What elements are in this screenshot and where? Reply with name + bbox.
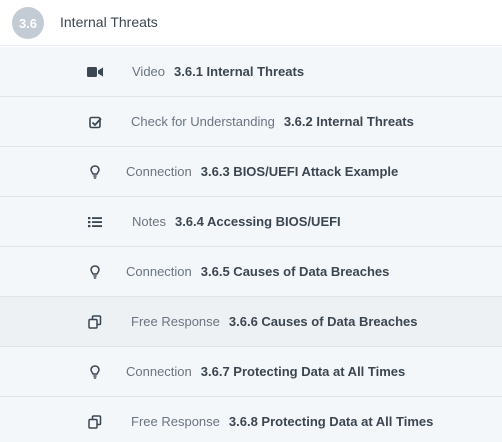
lesson-item[interactable]: Connection 3.6.3 BIOS/UEFI Attack Example [0, 147, 502, 197]
lesson-name: 3.6.1 Internal Threats [174, 64, 305, 79]
lesson-name: 3.6.2 Internal Threats [283, 114, 414, 129]
lesson-item[interactable]: Video 3.6.1 Internal Threats [0, 47, 502, 97]
lesson-item[interactable]: Free Response 3.6.6 Causes of Data Breach… [0, 297, 502, 347]
lesson-text: Notes 3.6.4 Accessing BIOS/UEFI [132, 214, 341, 229]
section-header[interactable]: 3.6 Internal Threats [0, 0, 502, 46]
lesson-panel: 3.6 Internal Threats Video 3.6.1 Internal… [0, 0, 502, 442]
lesson-name: 3.6.5 Causes of Data Breaches [200, 264, 390, 279]
lesson-name: 3.6.3 BIOS/UEFI Attack Example [200, 164, 399, 179]
lesson-type: Connection [126, 264, 192, 279]
lesson-text: Free Response 3.6.6 Causes of Data Breach… [131, 314, 418, 329]
lightbulb-icon [87, 264, 103, 280]
lesson-type: Connection [126, 364, 192, 379]
lightbulb-icon [87, 164, 103, 180]
lesson-name: 3.6.4 Accessing BIOS/UEFI [174, 214, 341, 229]
lesson-item[interactable]: Connection 3.6.7 Protecting Data at All T… [0, 347, 502, 397]
video-camera-icon [87, 64, 103, 80]
lesson-list: Video 3.6.1 Internal Threats Check for Un… [0, 47, 502, 442]
lesson-item[interactable]: Check for Understanding 3.6.2 Internal Th… [0, 97, 502, 147]
lesson-text: Check for Understanding 3.6.2 Internal Th… [131, 114, 414, 129]
lesson-name: 3.6.7 Protecting Data at All Times [200, 364, 406, 379]
list-icon [87, 214, 103, 230]
lesson-text: Video 3.6.1 Internal Threats [132, 64, 304, 79]
lesson-item[interactable]: Free Response 3.6.8 Protecting Data at Al… [0, 397, 502, 442]
lesson-type: Free Response [131, 414, 220, 429]
lesson-type: Connection [126, 164, 192, 179]
lesson-text: Free Response 3.6.8 Protecting Data at Al… [131, 414, 433, 429]
checkbox-icon [87, 114, 103, 130]
lesson-type: Notes [132, 214, 166, 229]
lesson-item[interactable]: Connection 3.6.5 Causes of Data Breaches [0, 247, 502, 297]
lesson-text: Connection 3.6.3 BIOS/UEFI Attack Example [126, 164, 398, 179]
lesson-name: 3.6.8 Protecting Data at All Times [228, 414, 434, 429]
lightbulb-icon [87, 364, 103, 380]
lesson-type: Video [132, 64, 166, 79]
section-number-badge: 3.6 [12, 7, 44, 39]
lesson-type: Free Response [131, 314, 220, 329]
lesson-item[interactable]: Notes 3.6.4 Accessing BIOS/UEFI [0, 197, 502, 247]
lesson-type: Check for Understanding [131, 114, 275, 129]
lesson-name: 3.6.6 Causes of Data Breaches [228, 314, 418, 329]
section-title: Internal Threats [60, 14, 158, 30]
copy-icon [87, 314, 103, 330]
lesson-text: Connection 3.6.7 Protecting Data at All T… [126, 364, 405, 379]
copy-icon [87, 414, 103, 430]
lesson-text: Connection 3.6.5 Causes of Data Breaches [126, 264, 389, 279]
